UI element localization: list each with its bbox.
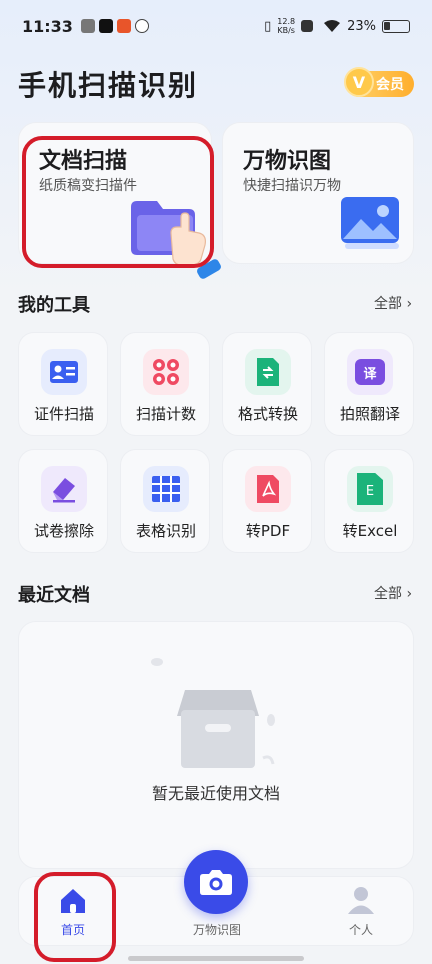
speed-unit: KB/s [277,26,295,35]
tools-section-title: 我的工具 [18,295,90,316]
translate-glyph: 译 [355,359,385,385]
highlight-box-home [34,872,116,962]
recent-section-title: 最近文档 [18,585,90,606]
shopping-icon [116,19,131,33]
empty-box-icon [151,658,275,768]
object-recognition-card[interactable]: 万物识图 快捷扫描识万物 [222,122,414,264]
tool-label: 试卷擦除 [33,522,94,540]
tool-to-pdf[interactable]: 转PDF [222,449,312,553]
nav-profile[interactable]: 个人 [321,877,401,947]
sim-icon [301,20,314,32]
image-icon [341,197,399,249]
tool-label: 表格识别 [135,522,196,540]
vip-label: 会员 [376,77,404,93]
status-time: 11:33 [22,16,73,36]
battery-icon [382,19,410,33]
recent-documents-panel [18,621,414,869]
status-bar: 11:33 ▯ 12.8 KB/s 23% [0,0,432,52]
excel-icon: E [347,466,393,512]
tool-photo-translate[interactable]: 译 拍照翻译 [324,332,414,436]
pdf-icon [245,466,291,512]
vibrate-icon: ▯ [264,18,272,34]
tools-all-link[interactable]: 全部 › [374,293,412,313]
id-card-icon [41,349,87,395]
page-title: 手机扫描识别 [18,69,199,102]
tool-label: 转Excel [342,522,398,540]
tool-id-scan[interactable]: 证件扫描 [18,332,108,436]
tool-scan-count[interactable]: 扫描计数 [120,332,210,436]
network-speed: 12.8 KB/s [277,17,295,35]
tool-exam-erase[interactable]: 试卷擦除 [18,449,108,553]
recent-all-link[interactable]: 全部 › [374,583,412,603]
tool-label: 扫描计数 [135,405,196,423]
tiktok-icon [98,19,113,33]
sync-icon [134,19,149,33]
wifi-icon [324,20,341,32]
excel-glyph: E [357,473,383,505]
camera-button[interactable] [184,850,248,914]
object-recognition-subtitle: 快捷扫描识万物 [243,178,341,194]
tool-format-convert[interactable]: 格式转换 [222,332,312,436]
battery-text: 23% [347,18,376,34]
count-icon [143,349,189,395]
eraser-icon [41,466,87,512]
person-icon [348,887,374,914]
status-right: ▯ 12.8 KB/s 23% [264,17,410,35]
tool-table-recognition[interactable]: 表格识别 [120,449,210,553]
nav-scan-label: 万物识图 [192,923,241,937]
translate-icon: 译 [347,349,393,395]
tool-label: 格式转换 [237,405,298,423]
recent-all-label: 全部 [374,586,402,602]
vip-button[interactable]: V 会员 [344,67,414,97]
app-notification-icon [80,19,95,33]
object-recognition-title: 万物识图 [243,149,332,174]
tool-label: 拍照翻译 [339,405,400,423]
tool-to-excel[interactable]: E 转Excel [324,449,414,553]
chevron-right-icon: › [406,586,413,602]
empty-state-text: 暂无最近使用文档 [151,784,280,803]
tool-label: 转PDF [245,522,291,540]
table-icon [143,466,189,512]
chevron-right-icon: › [406,296,413,312]
convert-icon [245,349,291,395]
app-header: 手机扫描识别 V 会员 [18,64,414,104]
nav-profile-label: 个人 [348,923,373,937]
camera-icon [200,870,232,895]
speed-value: 12.8 [277,17,296,26]
vip-icon: V [344,67,374,97]
tool-label: 证件扫描 [33,405,94,423]
tools-all-label: 全部 [374,296,402,312]
highlight-box-document-scan [22,136,214,268]
home-indicator [128,956,304,961]
